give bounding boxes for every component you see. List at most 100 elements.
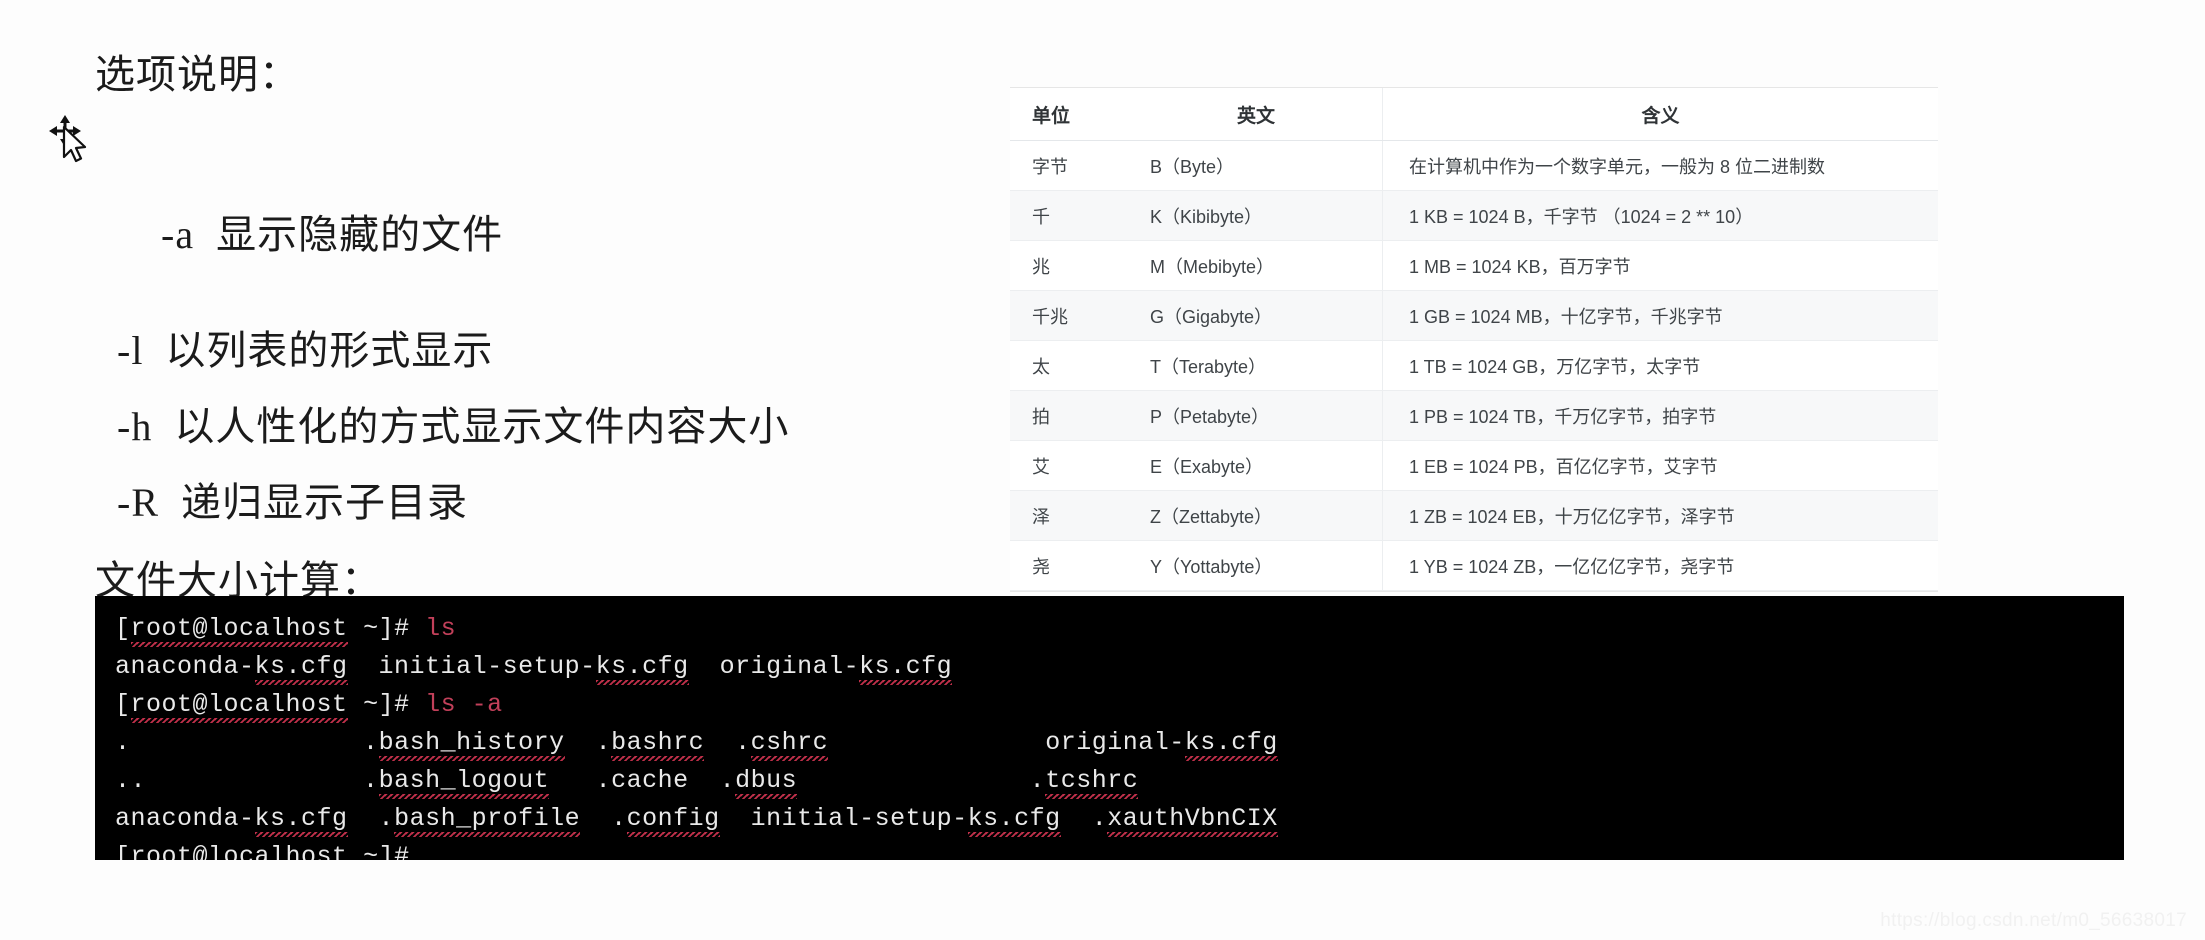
prompt-user-host-3: root@localhost (130, 842, 348, 860)
file-anaconda-ks-2: anaconda- (115, 804, 255, 833)
cell-english: E（Exabyte） (1130, 440, 1383, 491)
gap-11: . (1060, 804, 1108, 833)
prompt-tail-1: ~]# (347, 614, 426, 643)
gap-9: . (580, 804, 627, 833)
file-bash-logout: bash_logout (378, 766, 550, 799)
file-tcshrc: tcshrc (1045, 766, 1139, 799)
table-row: 千 K（Kibibyte） 1 KB = 1024 B，千字节 （1024 = 2 … (1010, 190, 1938, 241)
terminal-command-ls: ls (425, 614, 457, 643)
dir-dotdot: .. (115, 766, 364, 795)
file-anaconda-ks-2-sq: ks.cfg (254, 804, 348, 837)
cell-english: Y（Yottabyte） (1130, 540, 1383, 591)
option-row-l: -l 以列表的形式显示 (117, 328, 494, 373)
gap-8: . (347, 804, 395, 833)
cell-english: B（Byte） (1130, 140, 1383, 191)
option-row-h: -h 以人性化的方式显示文件内容大小 (117, 404, 790, 449)
table-row: 艾 E（Exabyte） 1 EB = 1024 PB，百亿亿字节，艾字节 (1010, 440, 1938, 491)
cell-unit: 千兆 (1010, 290, 1130, 341)
terminal-command-ls-a: ls -a (425, 690, 503, 719)
cell-english: Z（Zettabyte） (1130, 490, 1383, 541)
cell-english: P（Petabyte） (1130, 390, 1383, 441)
units-table: 单位 英文 含义 字节 B（Byte） 在计算机中作为一个数字单元，一般为 8 位二… (1010, 88, 1938, 591)
terminal-output-line-1: anaconda-ks.cfg initial-setup-ks.cfg ori… (95, 648, 2124, 686)
units-table-header-row: 单位 英文 含义 (1010, 88, 1938, 141)
file-size-calc-heading: 文件大小计算： (95, 558, 382, 603)
prompt-bracket-open-3: [ (115, 842, 131, 860)
table-row: 千兆 G（Gigabyte） 1 GB = 1024 MB，十亿字节，千兆字节 (1010, 290, 1938, 341)
dot-bash-history-dot: . (363, 728, 379, 757)
source-watermark: https://blog.csdn.net/m0_56638017 (1880, 910, 2187, 931)
file-original-ks-2-sq: ks.cfg (1184, 728, 1278, 761)
header-meaning: 含义 (1382, 88, 1938, 141)
terminal-window[interactable]: [root@localhost ~]# ls anaconda-ks.cfg i… (95, 596, 2124, 860)
cell-meaning: 1 YB = 1024 ZB，一亿亿亿字节，尧字节 (1382, 540, 1938, 591)
cell-english: M（Mebibyte） (1130, 240, 1383, 291)
terminal-prompt-line-3: [root@localhost ~]# (95, 838, 2124, 860)
terminal-output-line-3: .. .bash_logout .cache .dbus .tcshrc (95, 762, 2124, 800)
prompt-user-host-1: root@localhost (130, 614, 348, 647)
terminal-output-line-4: anaconda-ks.cfg .bash_profile .config in… (95, 800, 2124, 838)
units-table-head: 单位 英文 含义 (1010, 88, 1938, 141)
file-anaconda-ks-1: anaconda- (115, 652, 255, 681)
table-row: 尧 Y（Yottabyte） 1 YB = 1024 ZB，一亿亿亿字节，尧字节 (1010, 540, 1938, 591)
file-original-ks-1-sq: ks.cfg (859, 652, 953, 685)
option-row-r: -R 递归显示子目录 (117, 480, 468, 525)
cell-unit: 泽 (1010, 490, 1130, 541)
prompt-tail-3: ~]# (347, 842, 410, 860)
cell-unit: 太 (1010, 340, 1130, 391)
prompt-user-host-2: root@localhost (130, 690, 348, 723)
terminal-prompt-line-1: [root@localhost ~]# ls (95, 610, 2124, 648)
cell-meaning: 1 MB = 1024 KB，百万字节 (1382, 240, 1938, 291)
dot-bash-logout-dot: . (363, 766, 379, 795)
table-row: 字节 B（Byte） 在计算机中作为一个数字单元，一般为 8 位二进制数 (1010, 140, 1938, 191)
prompt-bracket-open: [ (115, 614, 131, 643)
cell-unit: 尧 (1010, 540, 1130, 591)
dir-dot: . (115, 728, 364, 757)
terminal-output-line-2: . .bash_history .bashrc .cshrc original-… (95, 724, 2124, 762)
cell-english: G（Gigabyte） (1130, 290, 1383, 341)
table-row: 兆 M（Mebibyte） 1 MB = 1024 KB，百万字节 (1010, 240, 1938, 291)
cell-meaning: 1 ZB = 1024 EB，十万亿亿字节，泽字节 (1382, 490, 1938, 541)
move-cursor-icon (49, 115, 87, 163)
cell-english: T（Terabyte） (1130, 340, 1383, 391)
cell-english: K（Kibibyte） (1130, 190, 1383, 241)
options-notes-panel: 选项说明： -a 显示隐藏的文件 -l 以列表的形式显示 -h 以人性化的方式显… (49, 52, 975, 603)
prompt-tail-2: ~]# (347, 690, 426, 719)
gap-1: initial-setup- (347, 652, 596, 681)
header-unit: 单位 (1010, 88, 1130, 141)
option-row-a: -a 显示隐藏的文件 (49, 115, 975, 295)
cell-unit: 字节 (1010, 140, 1130, 191)
file-anaconda-ks-1-sq: ks.cfg (254, 652, 348, 685)
terminal-prompt-line-2: [root@localhost ~]# ls -a (95, 686, 2124, 724)
gap-5: original- (828, 728, 1185, 757)
header-english: 英文 (1130, 88, 1383, 141)
file-cshrc: cshrc (750, 728, 829, 761)
cell-unit: 兆 (1010, 240, 1130, 291)
file-config: config (626, 804, 720, 837)
file-bash-profile: bash_profile (394, 804, 581, 837)
gap-2: original- (688, 652, 860, 681)
cell-unit: 拍 (1010, 390, 1130, 441)
file-xauth: xauthVbnCIX (1107, 804, 1278, 837)
cell-meaning: 1 KB = 1024 B，千字节 （1024 = 2 ** 10） (1382, 190, 1938, 241)
gap-7: . (797, 766, 1046, 795)
table-row: 太 T（Terabyte） 1 TB = 1024 GB，万亿字节，太字节 (1010, 340, 1938, 391)
gap-10: initial-setup- (719, 804, 968, 833)
file-initial-setup-ks-1-sq: ks.cfg (595, 652, 689, 685)
option-a-text: -a 显示隐藏的文件 (161, 212, 504, 257)
gap-4: . (704, 728, 751, 757)
file-initial-setup-ks-2-sq: ks.cfg (967, 804, 1061, 837)
file-bash-history: bash_history (378, 728, 565, 761)
cell-meaning: 1 TB = 1024 GB，万亿字节，太字节 (1382, 340, 1938, 391)
cell-meaning: 1 GB = 1024 MB，十亿字节，千兆字节 (1382, 290, 1938, 341)
cell-unit: 千 (1010, 190, 1130, 241)
table-row: 泽 Z（Zettabyte） 1 ZB = 1024 EB，十万亿亿字节，泽字节 (1010, 490, 1938, 541)
gap-6: .cache . (549, 766, 736, 795)
options-heading: 选项说明： (95, 52, 300, 97)
gap-3: . (564, 728, 612, 757)
file-bashrc: bashrc (611, 728, 705, 761)
prompt-bracket-open-2: [ (115, 690, 131, 719)
cell-meaning: 在计算机中作为一个数字单元，一般为 8 位二进制数 (1382, 140, 1938, 191)
file-dbus: dbus (735, 766, 798, 799)
cell-meaning: 1 EB = 1024 PB，百亿亿字节，艾字节 (1382, 440, 1938, 491)
